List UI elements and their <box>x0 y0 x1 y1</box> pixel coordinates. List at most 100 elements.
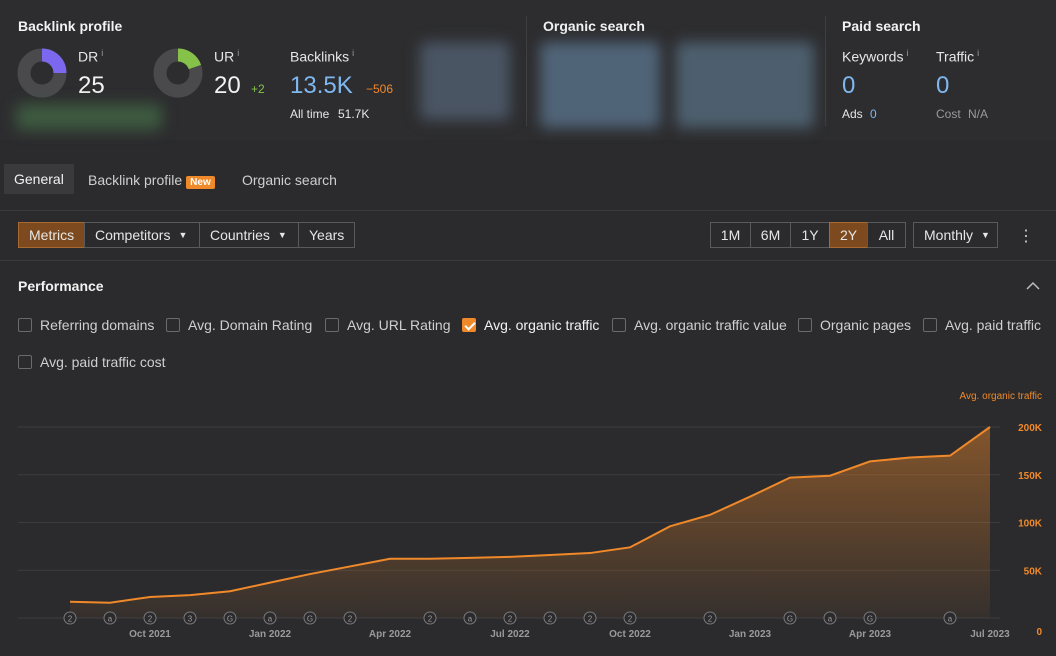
blurred-region <box>420 42 510 120</box>
new-badge: New <box>186 176 215 189</box>
view-countries-button[interactable]: Countries ▼ <box>199 222 299 248</box>
dr-value: 25 <box>78 72 105 99</box>
checkbox-avg-organic-traffic-value[interactable]: Avg. organic traffic value <box>612 317 787 333</box>
svg-text:2: 2 <box>588 615 593 624</box>
checkbox-referring-domains[interactable]: Referring domains <box>18 317 154 333</box>
ur-value: 20 <box>214 72 241 99</box>
backlinks-value[interactable]: 13.5K <box>290 72 353 100</box>
view-metrics-button[interactable]: Metrics <box>18 222 85 248</box>
range-6m-button[interactable]: 6M <box>750 222 791 248</box>
chevron-down-icon: ▼ <box>178 230 188 240</box>
svg-text:3: 3 <box>188 615 193 624</box>
divider <box>526 16 527 126</box>
x-tick-label: Jan 2023 <box>729 629 772 640</box>
svg-text:2: 2 <box>148 615 153 624</box>
annotation-marker[interactable]: 2 <box>703 611 717 625</box>
checkbox-icon <box>18 318 32 332</box>
svg-text:2: 2 <box>548 615 553 624</box>
checkbox-icon <box>166 318 180 332</box>
view-years-button[interactable]: Years <box>298 222 355 248</box>
x-tick-label: Jul 2023 <box>970 629 1010 640</box>
dr-info-icon[interactable]: i <box>101 48 103 58</box>
range-all-button[interactable]: All <box>867 222 906 248</box>
annotation-marker[interactable]: 2 <box>583 611 597 625</box>
svg-text:2: 2 <box>428 615 433 624</box>
range-1m-button[interactable]: 1M <box>710 222 751 248</box>
range-1y-button[interactable]: 1Y <box>790 222 830 248</box>
annotation-marker[interactable]: 3 <box>183 611 197 625</box>
annotation-marker[interactable]: G <box>223 611 237 625</box>
tab-general[interactable]: General <box>4 164 74 194</box>
annotation-marker[interactable]: a <box>943 611 957 625</box>
dr-ring-icon <box>17 48 67 98</box>
svg-text:a: a <box>828 615 833 624</box>
checkbox-avg-paid-traffic-cost[interactable]: Avg. paid traffic cost <box>18 354 166 370</box>
keywords-value[interactable]: 0 <box>842 72 855 100</box>
annotation-marker[interactable]: G <box>863 611 877 625</box>
checkbox-icon <box>325 318 339 332</box>
checkbox-avg-organic-traffic[interactable]: Avg. organic traffic <box>462 317 599 333</box>
svg-text:G: G <box>227 615 233 624</box>
organic-traffic-chart: Avg. organic traffic 2 a 2 3 Ga G 2 2 a 2 2 2 2 2 Ga Ga… <box>18 391 1043 640</box>
annotation-marker[interactable]: 2 <box>543 611 557 625</box>
backlinks-info-icon[interactable]: i <box>352 48 354 58</box>
backlinks-change: −506 <box>366 82 394 96</box>
checkbox-icon <box>798 318 812 332</box>
keywords-info-icon[interactable]: i <box>906 48 908 58</box>
keywords-label: Keywords i <box>842 48 909 65</box>
y-tick-label: 0 <box>1036 627 1042 638</box>
traffic-label: Traffic i <box>936 48 980 65</box>
svg-text:a: a <box>268 615 273 624</box>
x-tick-label: Jan 2022 <box>249 629 292 640</box>
tab-organic-search[interactable]: Organic search <box>242 172 337 188</box>
x-tick-label: Apr 2023 <box>849 629 892 640</box>
annotation-marker[interactable]: 2 <box>63 611 77 625</box>
svg-text:2: 2 <box>508 615 513 624</box>
annotation-marker[interactable]: 2 <box>143 611 157 625</box>
svg-text:2: 2 <box>628 615 633 624</box>
annotation-marker[interactable]: a <box>103 611 117 625</box>
ur-label: UR i <box>214 48 240 65</box>
annotation-marker[interactable]: a <box>823 611 837 625</box>
view-competitors-button[interactable]: Competitors ▼ <box>84 222 200 248</box>
y-tick-label: 50K <box>1024 566 1043 577</box>
range-2y-button[interactable]: 2Y <box>829 222 868 248</box>
annotation-marker[interactable]: 2 <box>623 611 637 625</box>
series-legend-label: Avg. organic traffic <box>960 391 1042 402</box>
cost-value: N/A <box>968 107 989 121</box>
traffic-info-icon[interactable]: i <box>977 48 979 58</box>
x-tick-label: Apr 2022 <box>369 629 412 640</box>
chevron-down-icon: ▼ <box>981 230 990 240</box>
checkbox-icon <box>612 318 626 332</box>
checkbox-avg-url-rating[interactable]: Avg. URL Rating <box>325 317 451 333</box>
svg-text:a: a <box>948 615 953 624</box>
svg-text:a: a <box>108 615 113 624</box>
granularity-select[interactable]: Monthly ▼ <box>913 222 998 248</box>
annotation-marker[interactable]: a <box>463 611 477 625</box>
checkbox-avg-paid-traffic[interactable]: Avg. paid traffic <box>923 317 1041 333</box>
tab-backlink-profile[interactable]: Backlink profile New <box>88 172 215 189</box>
alltime-value: 51.7K <box>338 107 370 121</box>
checkbox-icon <box>18 355 32 369</box>
svg-text:2: 2 <box>348 615 353 624</box>
checkbox-organic-pages[interactable]: Organic pages <box>798 317 911 333</box>
ads-value[interactable]: 0 <box>870 107 877 121</box>
more-vertical-icon[interactable]: ⋮ <box>1018 226 1034 246</box>
y-tick-label: 200K <box>1018 423 1043 434</box>
svg-text:a: a <box>468 615 473 624</box>
annotation-marker[interactable]: 2 <box>423 611 437 625</box>
annotation-marker[interactable]: 2 <box>343 611 357 625</box>
annotation-marker[interactable]: G <box>303 611 317 625</box>
checkbox-avg-domain-rating[interactable]: Avg. Domain Rating <box>166 317 312 333</box>
annotation-marker[interactable]: a <box>263 611 277 625</box>
x-tick-label: Oct 2021 <box>129 629 171 640</box>
chevron-up-icon[interactable] <box>1026 281 1040 291</box>
annotation-marker[interactable]: G <box>783 611 797 625</box>
backlinks-label: Backlinks i <box>290 48 355 65</box>
traffic-value[interactable]: 0 <box>936 72 949 100</box>
annotation-marker[interactable]: 2 <box>503 611 517 625</box>
ur-change: +2 <box>251 82 265 96</box>
blurred-region <box>540 42 660 128</box>
ur-info-icon[interactable]: i <box>237 48 239 58</box>
organic-search-title: Organic search <box>543 18 645 34</box>
